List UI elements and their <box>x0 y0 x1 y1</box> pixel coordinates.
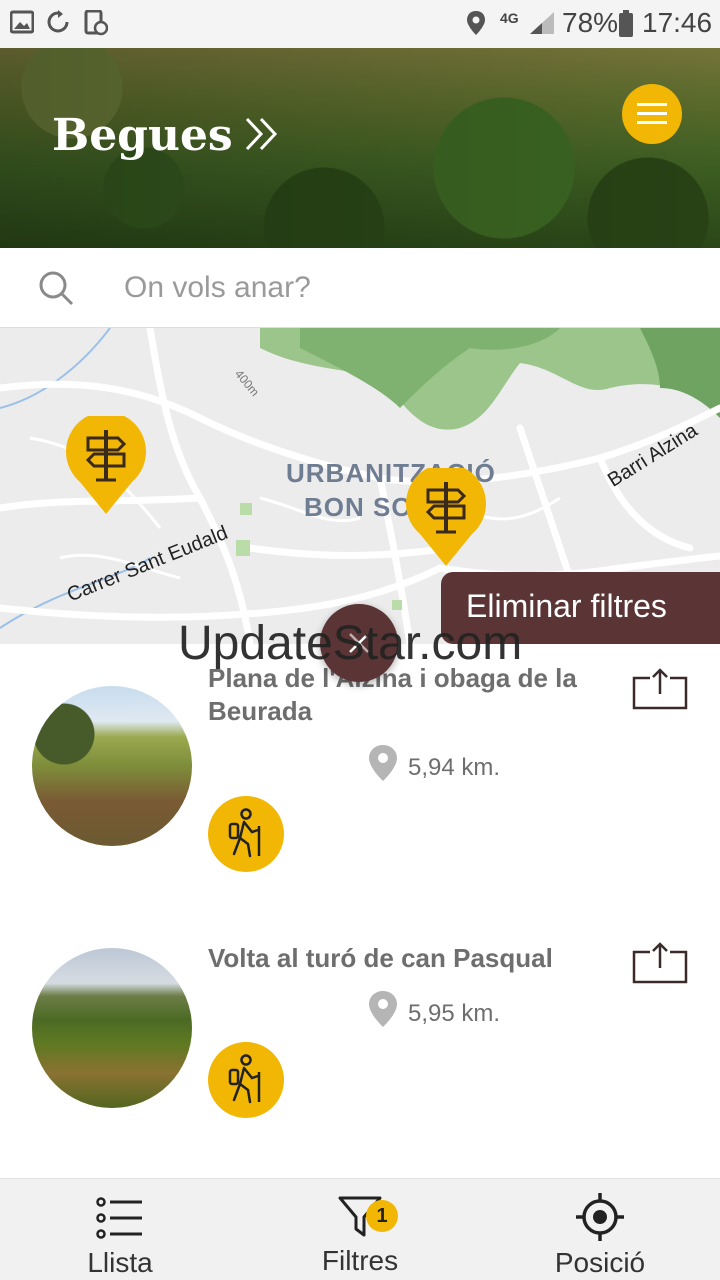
nav-filters-label: Filtres <box>321 1245 399 1276</box>
bottom-navigation: Llista Filtres Posició <box>0 1178 720 1280</box>
network-type: 4G <box>500 10 519 26</box>
list-item[interactable]: Plana de l'Alzina i obaga de la Beurada … <box>0 650 720 900</box>
filter-count-badge: 1 <box>366 1200 398 1232</box>
signal-icon <box>530 12 554 34</box>
list-item[interactable]: Volta al turó de can Pasqual 5,95 km. <box>0 912 720 1162</box>
sync-icon <box>47 10 69 33</box>
hiking-badge <box>208 796 284 872</box>
location-icon <box>467 11 485 35</box>
battery-icon <box>619 10 633 37</box>
search-icon[interactable] <box>38 270 74 306</box>
hiking-badge <box>208 1042 284 1118</box>
double-chevron-right-icon[interactable] <box>244 116 280 152</box>
battery-percent: 78% <box>562 7 619 38</box>
route-marker-icon[interactable] <box>66 416 146 516</box>
crosshair-icon <box>576 1193 624 1241</box>
nav-filters[interactable]: Filtres <box>240 1179 480 1280</box>
menu-button[interactable] <box>622 84 682 144</box>
clock: 17:46 <box>642 7 713 38</box>
search-bar <box>0 248 720 328</box>
hamburger-icon <box>637 103 667 124</box>
status-bar: 4G 78% 17:46 <box>0 0 720 48</box>
route-name: Plana de l'Alzina i obaga de la Beurada <box>208 663 577 726</box>
route-thumbnail <box>32 686 192 846</box>
route-distance: 5,95 km. <box>408 1000 501 1027</box>
gallery-icon <box>10 10 34 34</box>
share-icon[interactable] <box>632 668 688 710</box>
nav-list[interactable]: Llista <box>0 1179 240 1280</box>
area-label-2: BON SO <box>304 492 413 522</box>
hiker-icon <box>228 808 261 858</box>
route-distance: 5,94 km. <box>408 754 501 781</box>
route-marker-icon[interactable] <box>406 468 486 568</box>
nav-list-label: Llista <box>87 1247 153 1278</box>
town-title[interactable]: Begues <box>52 110 233 161</box>
distance-pin-icon <box>369 991 397 1027</box>
search-input[interactable] <box>124 266 684 310</box>
nav-position[interactable]: Posició <box>480 1179 720 1280</box>
watermark: UpdateStar.com <box>178 617 523 670</box>
route-name: Volta al turó de can Pasqual <box>208 943 553 973</box>
hiker-icon <box>228 1054 261 1104</box>
share-icon[interactable] <box>632 942 688 984</box>
route-thumbnail <box>32 948 192 1108</box>
list-icon <box>96 1197 142 1239</box>
distance-pin-icon <box>369 745 397 781</box>
device-status-icon <box>84 10 108 36</box>
nav-position-label: Posició <box>554 1247 646 1278</box>
